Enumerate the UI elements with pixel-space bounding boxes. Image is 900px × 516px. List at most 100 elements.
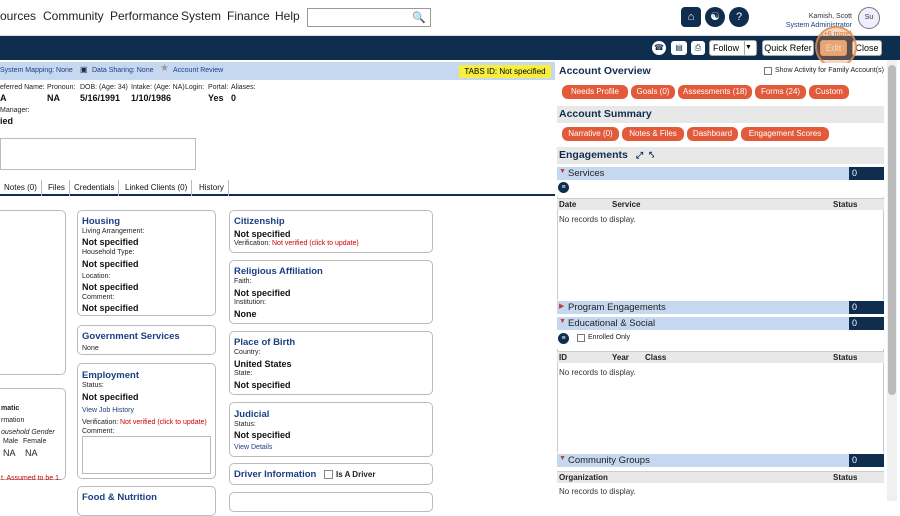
- list-menu-icon[interactable]: ≡: [558, 333, 569, 344]
- star-icon: ★: [160, 63, 169, 74]
- program-engagements-section[interactable]: ▶ Program Engagements 0: [557, 301, 884, 314]
- custom-button[interactable]: Custom: [809, 85, 849, 99]
- tab-notes[interactable]: Notes (0): [0, 180, 42, 196]
- goals-button[interactable]: Goals (0): [631, 85, 675, 99]
- engagements-title: Engagements ⤢ ⤣: [557, 147, 884, 164]
- pronoun-label: Pronoun:: [47, 84, 76, 91]
- tab-credentials[interactable]: Credentials: [70, 180, 120, 196]
- educational-section[interactable]: ▼ Educational & Social 0: [557, 317, 884, 330]
- aliases-label: Aliases:: [231, 84, 256, 91]
- narrative-button[interactable]: Narrative (0): [562, 127, 619, 141]
- driver-checkbox-label: Is A Driver: [336, 470, 376, 479]
- driver-title: Driver Information: [234, 469, 317, 480]
- state-value: Not specified: [234, 380, 291, 390]
- assessments-button[interactable]: Assessments (18): [678, 85, 752, 99]
- dashboard-button[interactable]: Dashboard: [687, 127, 738, 141]
- employment-comment-field[interactable]: [82, 436, 211, 474]
- col-year[interactable]: Year: [612, 353, 629, 362]
- tab-history[interactable]: History: [195, 180, 229, 196]
- col-service[interactable]: Service: [612, 200, 640, 209]
- collapse-arrow-icon[interactable]: ▼: [559, 318, 566, 325]
- follow-button[interactable]: Follow ▼: [709, 40, 757, 56]
- phone-icon[interactable]: ☎: [652, 41, 666, 55]
- chevron-down-icon[interactable]: ▼: [744, 41, 756, 55]
- col-date[interactable]: Date: [559, 200, 576, 209]
- expand-icon[interactable]: ⤢: [636, 150, 643, 160]
- judicial-card: Judicial Status: Not specified View Deta…: [229, 402, 433, 457]
- female-label: Female: [23, 438, 47, 445]
- list-menu-icon[interactable]: ≡: [558, 182, 569, 193]
- country-value: United States: [234, 359, 292, 369]
- community-empty: No records to display.: [559, 487, 636, 496]
- living-value: Not specified: [82, 237, 139, 247]
- community-groups-section[interactable]: ▼ Community Groups 0: [557, 454, 884, 467]
- portal-label: Portal:: [208, 84, 229, 91]
- tab-linked-clients[interactable]: Linked Clients (0): [121, 180, 193, 196]
- data-sharing[interactable]: Data Sharing: None: [92, 67, 153, 74]
- faith-value: Not specified: [234, 288, 291, 298]
- id-card-icon[interactable]: ▤: [671, 41, 687, 55]
- judicial-details-link[interactable]: View Details: [234, 444, 272, 451]
- menu-performance[interactable]: Performance: [110, 9, 179, 23]
- living-label: Living Arrangement:: [82, 228, 145, 235]
- share-icon[interactable]: ☯: [705, 7, 725, 27]
- col-class[interactable]: Class: [645, 353, 666, 362]
- forms-button[interactable]: Forms (24): [755, 85, 806, 99]
- citizenship-verification-link[interactable]: Not verified (click to update): [272, 240, 359, 247]
- demographics-card: matic rmation ousehold Gender Male Femal…: [0, 388, 66, 482]
- menu-finance[interactable]: Finance: [227, 9, 270, 23]
- col-id[interactable]: ID: [559, 353, 567, 362]
- menu-help[interactable]: Help: [275, 9, 300, 23]
- collapse-icon[interactable]: ⤣: [649, 150, 654, 160]
- account-review[interactable]: Account Review: [173, 67, 223, 74]
- scrollbar-thumb[interactable]: [888, 65, 896, 395]
- print-icon[interactable]: ⎙: [691, 41, 705, 55]
- needs-profile-button[interactable]: Needs Profile: [562, 85, 628, 99]
- demo-heading: matic: [1, 405, 20, 412]
- gov-services-card: Government Services None: [77, 325, 216, 355]
- comment-value: Not specified: [82, 303, 139, 313]
- search-input[interactable]: 🔍: [307, 8, 431, 27]
- driver-checkbox[interactable]: [324, 470, 333, 479]
- menu-community[interactable]: Community: [43, 9, 104, 23]
- follow-label: Follow: [713, 43, 740, 53]
- male-label: Male: [3, 438, 19, 445]
- housing-title: Housing: [82, 216, 120, 227]
- col-status[interactable]: Status: [833, 353, 857, 362]
- job-history-link[interactable]: View Job History: [82, 407, 134, 414]
- educational-table: [557, 349, 884, 453]
- login-label: Login:: [185, 84, 205, 91]
- manager-label: Manager:: [0, 107, 30, 114]
- program-engagements-title: Program Engagements: [568, 302, 666, 313]
- avatar[interactable]: Su: [858, 7, 880, 29]
- services-section[interactable]: ▼ Services 0: [557, 167, 884, 180]
- search-icon[interactable]: 🔍: [412, 11, 426, 24]
- client-notes-box[interactable]: [0, 138, 196, 170]
- help-icon[interactable]: ?: [729, 7, 749, 27]
- menu-system[interactable]: System: [181, 9, 221, 23]
- community-header: Organization Status: [557, 471, 884, 483]
- quick-refer-button[interactable]: Quick Refer: [762, 40, 814, 56]
- tab-files[interactable]: Files: [44, 180, 70, 196]
- housing-card: Housing Living Arrangement: Not specifie…: [77, 210, 216, 316]
- expand-arrow-icon[interactable]: ▶: [559, 302, 564, 310]
- col-status[interactable]: Status: [833, 200, 857, 209]
- family-activity-checkbox[interactable]: [764, 67, 772, 75]
- notes-files-button[interactable]: Notes & Files: [622, 127, 684, 141]
- col-status[interactable]: Status: [833, 473, 857, 482]
- engagement-scores-button[interactable]: Engagement Scores: [741, 127, 829, 141]
- country-label: Country:: [234, 349, 261, 356]
- col-organization[interactable]: Organization: [559, 473, 608, 482]
- tabs-id-badge: TABS ID: Not specified: [459, 65, 551, 78]
- employment-verification-link[interactable]: Not verified (click to update): [120, 419, 207, 426]
- home-icon[interactable]: ⌂: [681, 7, 701, 27]
- collapse-arrow-icon[interactable]: ▼: [559, 168, 566, 175]
- collapse-arrow-icon[interactable]: ▼: [559, 455, 566, 462]
- citizenship-title: Citizenship: [234, 216, 285, 227]
- top-navigation: ources Community Performance System Fina…: [0, 0, 900, 38]
- menu-resources[interactable]: ources: [0, 9, 36, 23]
- employment-status-value: Not specified: [82, 392, 139, 402]
- enrolled-only-checkbox[interactable]: [577, 334, 585, 342]
- system-mapping[interactable]: System Mapping: None: [0, 67, 73, 74]
- gov-services-value: None: [82, 345, 99, 352]
